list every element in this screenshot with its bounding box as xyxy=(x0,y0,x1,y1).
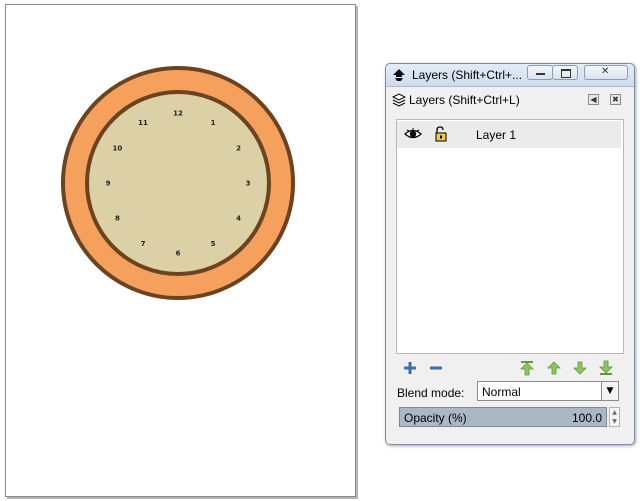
lower-to-bottom-icon[interactable] xyxy=(598,360,614,376)
inkscape-app-icon xyxy=(393,69,405,81)
clock-face xyxy=(85,90,271,276)
raise-to-top-icon[interactable] xyxy=(519,360,535,376)
blend-mode-select[interactable]: Normal ▼ xyxy=(477,381,619,401)
dock-title: Layers (Shift+Ctrl+L) xyxy=(409,93,520,107)
document-page[interactable]: 12 1 2 3 4 5 6 7 8 9 10 11 xyxy=(5,4,356,497)
eye-icon[interactable] xyxy=(404,127,422,141)
raise-icon[interactable] xyxy=(546,360,562,376)
spin-up-icon[interactable]: ▲ xyxy=(610,408,619,417)
opacity-label: Opacity (%) xyxy=(404,411,467,425)
clock-number-5: 5 xyxy=(211,240,216,248)
layers-icon xyxy=(392,93,406,107)
clock-number-11: 11 xyxy=(138,119,148,127)
unlocked-padlock-icon[interactable] xyxy=(434,126,448,142)
clock-number-1: 1 xyxy=(211,119,216,127)
clock-number-10: 10 xyxy=(113,145,123,153)
clock-number-6: 6 xyxy=(176,250,181,258)
maximize-button[interactable] xyxy=(552,65,578,80)
minimize-button[interactable] xyxy=(527,65,553,80)
minus-icon[interactable] xyxy=(428,360,444,376)
layer-name[interactable]: Layer 1 xyxy=(476,128,516,142)
layer-list[interactable]: Layer 1 xyxy=(396,119,624,354)
clock-number-12: 12 xyxy=(173,110,183,118)
clock-number-7: 7 xyxy=(141,240,146,248)
layer-row[interactable]: Layer 1 xyxy=(397,121,621,148)
opacity-value: 100.0 xyxy=(571,411,602,425)
opacity-spinner[interactable]: ▲ ▼ xyxy=(609,407,620,427)
clock-number-3: 3 xyxy=(246,180,251,188)
plus-icon[interactable] xyxy=(402,360,418,376)
layers-dialog: Layers (Shift+Ctrl+... Layers (Shift+Ctr… xyxy=(385,63,635,445)
spin-down-icon[interactable]: ▼ xyxy=(610,417,619,426)
clock-number-4: 4 xyxy=(236,215,241,223)
clock-drawing[interactable]: 121234567891011 xyxy=(6,5,355,496)
blend-mode-label: Blend mode: xyxy=(397,386,465,400)
clock-number-2: 2 xyxy=(236,145,241,153)
blend-mode-value: Normal xyxy=(482,385,521,399)
dock-close-button[interactable]: ✖ xyxy=(610,94,621,105)
chevron-down-icon[interactable]: ▼ xyxy=(601,382,618,400)
lower-icon[interactable] xyxy=(572,360,588,376)
dialog-titlebar[interactable]: Layers (Shift+Ctrl+... xyxy=(386,64,634,87)
opacity-slider[interactable]: Opacity (%) 100.0 xyxy=(399,407,607,427)
clock-number-9: 9 xyxy=(106,180,111,188)
clock-number-8: 8 xyxy=(115,215,120,223)
dialog-title: Layers (Shift+Ctrl+... xyxy=(412,68,523,82)
dock-header: Layers (Shift+Ctrl+L) ◀ ✖ xyxy=(389,91,631,109)
dock-iconify-button[interactable]: ◀ xyxy=(588,94,599,105)
close-button[interactable] xyxy=(584,65,628,80)
